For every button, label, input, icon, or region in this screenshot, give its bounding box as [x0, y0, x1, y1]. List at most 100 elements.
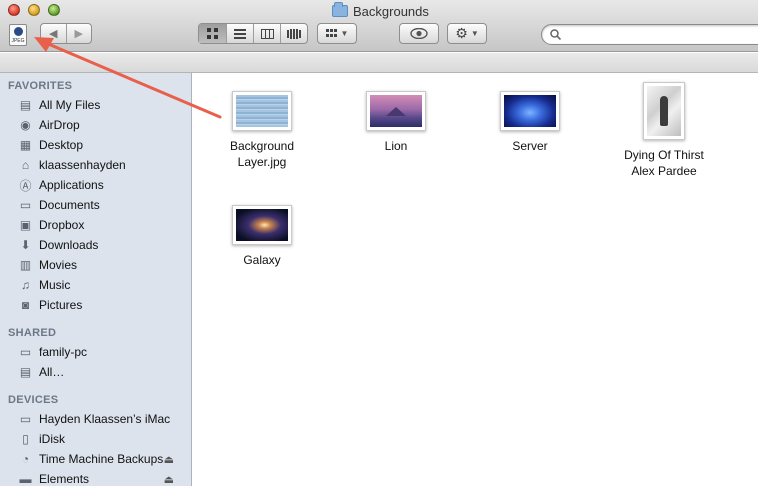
icon-view-icon — [207, 28, 218, 39]
sidebar-item-label: All My Files — [39, 98, 101, 112]
sidebar-item-imac[interactable]: ▭ Hayden Klaassen’s iMac — [18, 409, 188, 429]
all-files-icon: ▤ — [19, 98, 32, 112]
sidebar-item-applications[interactable]: Ⓐ Applications — [18, 175, 188, 195]
sidebar-item-label: Downloads — [39, 238, 99, 252]
cover-flow-view-button[interactable] — [281, 24, 307, 43]
sidebar-item-time-machine[interactable]: ◔ Time Machine Backups ⏏ — [18, 449, 188, 469]
music-icon: ♫ — [21, 278, 30, 292]
zoom-window-button[interactable] — [48, 4, 60, 16]
home-icon: ⌂ — [21, 158, 30, 172]
list-view-icon — [234, 28, 246, 39]
quick-look-button[interactable] — [399, 23, 439, 44]
back-button[interactable]: ◀ — [41, 24, 67, 43]
sidebar-item-family-pc[interactable]: ▭ family-pc — [18, 342, 188, 362]
sidebar-item-music[interactable]: ♫ Music — [18, 275, 188, 295]
eye-icon — [410, 28, 428, 39]
sidebar-item-documents[interactable]: ▭ Documents — [18, 195, 188, 215]
path-bar — [0, 53, 758, 73]
forward-button[interactable]: ▶ — [67, 24, 92, 43]
file-item-lion[interactable]: Lion — [331, 91, 461, 154]
back-arrow-icon: ◀ — [49, 28, 58, 40]
file-item-galaxy[interactable]: Galaxy — [197, 205, 327, 268]
folder-icon — [332, 2, 348, 17]
sidebar-item-dropbox[interactable]: ▣ Dropbox — [18, 215, 188, 235]
sidebar-item-label: Music — [39, 278, 71, 292]
devices-header: DEVICES — [8, 394, 59, 406]
sidebar-item-label: Elements — [39, 472, 90, 486]
forward-arrow-icon: ▶ — [74, 28, 83, 40]
file-item-server[interactable]: Server — [465, 91, 595, 154]
downloads-icon: ⬇ — [20, 238, 31, 252]
external-drive-icon: ▬ — [19, 472, 32, 486]
sidebar-item-airdrop[interactable]: ◉ AirDrop — [18, 115, 188, 135]
sidebar-item-label: All… — [39, 365, 65, 379]
file-label: Server — [512, 139, 548, 153]
file-label: Lion — [384, 139, 408, 153]
list-view-button[interactable] — [227, 24, 254, 43]
icon-view-button[interactable] — [199, 24, 227, 43]
sidebar-item-desktop[interactable]: ▦ Desktop — [18, 135, 188, 155]
back-forward-control: ◀ ▶ — [40, 23, 92, 44]
imac-icon: ▭ — [19, 412, 32, 426]
jpeg-file-proxy-icon[interactable]: JPEG — [9, 24, 27, 46]
idisk-icon: ▯ — [22, 432, 29, 446]
proxy-icon-label: JPEG — [11, 38, 25, 44]
sidebar-item-label: Documents — [39, 198, 100, 212]
column-view-button[interactable] — [254, 24, 281, 43]
chevron-down-icon: ▼ — [470, 29, 479, 38]
close-window-button[interactable] — [8, 4, 20, 16]
sidebar-item-label: Hayden Klaassen’s iMac — [39, 412, 171, 426]
gear-icon: ⚙ — [455, 25, 468, 41]
sidebar-item-label: AirDrop — [39, 118, 80, 132]
jpeg-badge-icon — [13, 27, 23, 36]
sidebar-item-label: Movies — [39, 258, 78, 272]
file-thumbnail — [232, 205, 292, 245]
chevron-down-icon: ▼ — [340, 29, 349, 38]
title-bar: Backgrounds JPEG ◀ ▶ ▼ ⚙ ▼ — [0, 0, 758, 52]
file-icon-grid: Background Layer.jpg Lion Server Dying O… — [193, 73, 758, 486]
pictures-icon: ◙ — [21, 298, 30, 312]
file-thumbnail — [643, 82, 685, 140]
sidebar-item-label: klaassenhayden — [39, 158, 126, 172]
arrange-button[interactable]: ▼ — [317, 23, 357, 44]
eject-icon[interactable]: ⏏ — [164, 453, 174, 466]
sidebar-item-all-shared[interactable]: ▤ All… — [18, 362, 188, 382]
sidebar-item-downloads[interactable]: ⬇ Downloads — [18, 235, 188, 255]
column-view-icon — [260, 28, 274, 39]
dropbox-icon: ▣ — [19, 218, 32, 232]
sidebar-item-elements[interactable]: ▬ Elements ⏏ — [18, 469, 188, 486]
sidebar-item-home[interactable]: ⌂ klaassenhayden — [18, 155, 188, 175]
network-icon: ▤ — [19, 365, 32, 379]
file-thumbnail — [500, 91, 560, 131]
file-item-dying-of-thirst[interactable]: Dying Of Thirst Alex Pardee — [599, 82, 729, 179]
sidebar-item-label: Pictures — [39, 298, 83, 312]
search-input[interactable] — [565, 27, 745, 42]
sidebar-item-pictures[interactable]: ◙ Pictures — [18, 295, 188, 315]
sidebar-item-idisk[interactable]: ▯ iDisk — [18, 429, 188, 449]
view-mode-control — [198, 23, 308, 44]
search-icon — [550, 29, 561, 40]
movies-icon: ▥ — [19, 258, 32, 272]
file-label: Galaxy — [243, 253, 281, 267]
time-machine-icon: ◔ — [21, 452, 30, 466]
sidebar-item-label: Applications — [39, 178, 104, 192]
sidebar-item-all-my-files[interactable]: ▤ All My Files — [18, 95, 188, 115]
airdrop-icon: ◉ — [20, 118, 31, 132]
window-title-text: Backgrounds — [353, 3, 429, 19]
cover-flow-icon — [287, 28, 301, 39]
grid-icon — [325, 29, 337, 37]
sidebar-item-label: iDisk — [39, 432, 65, 446]
documents-icon: ▭ — [19, 198, 32, 212]
action-button[interactable]: ⚙ ▼ — [447, 23, 487, 44]
shared-header: SHARED — [8, 327, 57, 339]
sidebar-item-movies[interactable]: ▥ Movies — [18, 255, 188, 275]
sidebar: FAVORITES ▤ All My Files ◉ AirDrop ▦ Des… — [0, 73, 192, 486]
sidebar-item-label: Dropbox — [39, 218, 85, 232]
applications-icon: Ⓐ — [19, 178, 32, 193]
sidebar-item-label: family-pc — [39, 345, 88, 359]
eject-icon[interactable]: ⏏ — [164, 473, 174, 486]
search-field[interactable] — [541, 24, 758, 45]
file-item-background-layer[interactable]: Background Layer.jpg — [197, 91, 327, 170]
file-label: Dying Of Thirst Alex Pardee — [624, 148, 704, 178]
minimize-window-button[interactable] — [28, 4, 40, 16]
